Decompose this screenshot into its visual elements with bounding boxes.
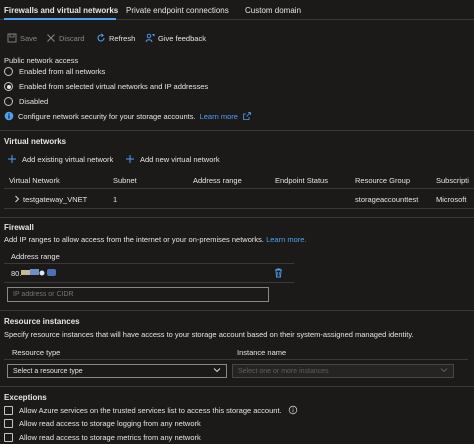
radio-circle[interactable] — [4, 67, 13, 76]
save-button[interactable]: Save — [7, 33, 37, 43]
checkbox[interactable] — [4, 433, 13, 442]
learn-more-link[interactable]: Learn more — [200, 112, 238, 121]
column-header-address-range: Address range — [193, 176, 242, 185]
ip-address-input[interactable] — [7, 287, 269, 302]
column-header-virtual-network: Virtual Network — [9, 176, 60, 185]
section-divider — [0, 310, 474, 311]
radio-enabled-selected-networks[interactable]: Enabled from selected virtual networks a… — [4, 82, 208, 91]
exception-trusted-services[interactable]: Allow Azure services on the trusted serv… — [4, 405, 298, 415]
table-row[interactable]: testgateway_VNET 1 storageaccounttest Mi… — [4, 190, 474, 208]
refresh-button[interactable]: Refresh — [96, 33, 135, 43]
info-circle-icon[interactable] — [288, 405, 298, 415]
table-row-divider — [4, 208, 474, 209]
address-range-header-divider — [4, 263, 294, 264]
exception-storage-metrics[interactable]: Allow read access to storage metrics fro… — [4, 433, 201, 442]
add-existing-label: Add existing virtual network — [22, 154, 114, 164]
instance-name-placeholder: Select one or more instances — [238, 367, 329, 375]
discard-label: Discard — [59, 33, 85, 43]
instance-name-dropdown[interactable]: Select one or more instances — [232, 364, 454, 378]
radio-disabled[interactable]: Disabled — [4, 97, 48, 106]
feedback-person-icon — [145, 33, 155, 43]
refresh-label: Refresh — [109, 33, 136, 43]
resource-type-dropdown[interactable]: Select a resource type — [7, 364, 227, 378]
resource-instances-title: Resource instances — [4, 317, 80, 326]
firewall-description-text: Add IP ranges to allow access from the i… — [4, 235, 264, 244]
firewall-title: Firewall — [4, 223, 34, 232]
column-header-subscription: Subscripti — [436, 176, 469, 185]
delete-trash-icon[interactable] — [274, 268, 283, 280]
address-range-column-header: Address range — [11, 252, 60, 261]
external-link-icon — [242, 111, 252, 121]
add-new-virtual-network-button[interactable]: Add new virtual network — [125, 154, 220, 164]
virtual-networks-title: Virtual networks — [4, 137, 67, 146]
plus-icon — [125, 154, 135, 164]
column-header-resource-group: Resource Group — [355, 176, 411, 185]
plus-icon — [7, 154, 17, 164]
tab-custom-domain[interactable]: Custom domain — [245, 6, 301, 15]
tab-bar: Firewalls and virtual networks Private e… — [0, 0, 474, 20]
refresh-icon — [96, 33, 106, 43]
chevron-right-icon[interactable] — [14, 195, 20, 205]
add-existing-virtual-network-button[interactable]: Add existing virtual network — [7, 154, 113, 164]
resource-instances-description: Specify resource instances that will hav… — [4, 330, 414, 339]
save-label: Save — [20, 33, 38, 43]
checkbox[interactable] — [4, 405, 13, 415]
give-feedback-label: Give feedback — [158, 33, 206, 43]
redacted-address-image — [21, 268, 58, 277]
chevron-down-icon — [440, 367, 448, 375]
column-header-subnet: Subnet — [113, 176, 137, 185]
radio-label: Enabled from selected virtual networks a… — [19, 82, 209, 91]
give-feedback-button[interactable]: Give feedback — [145, 33, 206, 43]
instance-name-column-header: Instance name — [237, 348, 287, 357]
checkbox-label: Allow read access to storage metrics fro… — [19, 433, 201, 442]
cell-virtual-network: testgateway_VNET — [23, 195, 88, 204]
cell-resource-group: storageaccounttest — [355, 195, 419, 204]
tab-firewalls-virtual-networks[interactable]: Firewalls and virtual networks — [4, 6, 118, 15]
public-network-access-label: Public network access — [4, 56, 79, 65]
resource-instances-header-divider — [4, 359, 468, 360]
info-icon — [4, 111, 14, 121]
column-header-endpoint-status: Endpoint Status — [275, 176, 328, 185]
add-new-label: Add new virtual network — [140, 154, 220, 164]
cell-subscription: Microsoft — [436, 195, 467, 204]
discard-button[interactable]: Discard — [46, 33, 84, 43]
radio-enabled-all-networks[interactable]: Enabled from all networks — [4, 67, 105, 76]
radio-circle[interactable] — [4, 97, 13, 106]
checkbox[interactable] — [4, 419, 13, 428]
checkbox-label: Allow read access to storage logging fro… — [19, 419, 201, 428]
table-header-divider — [4, 188, 474, 189]
cell-subnet: 1 — [113, 195, 118, 204]
radio-label: Disabled — [19, 97, 49, 106]
address-range-row-divider — [4, 282, 294, 283]
exceptions-title: Exceptions — [4, 393, 47, 402]
info-text: Configure network security for your stor… — [18, 111, 196, 121]
address-range-value: 80. — [11, 269, 22, 278]
tab-private-endpoint-connections[interactable]: Private endpoint connections — [126, 6, 229, 15]
active-tab-indicator — [4, 18, 116, 20]
exception-storage-logging[interactable]: Allow read access to storage logging fro… — [4, 419, 201, 428]
chevron-down-icon — [213, 367, 221, 375]
network-security-info: Configure network security for your stor… — [4, 111, 252, 121]
section-divider — [0, 217, 474, 218]
save-icon — [7, 33, 17, 43]
resource-type-placeholder: Select a resource type — [13, 367, 83, 375]
checkbox-label: Allow Azure services on the trusted serv… — [19, 405, 282, 415]
section-divider — [0, 130, 474, 131]
resource-type-column-header: Resource type — [12, 348, 61, 357]
section-divider — [0, 386, 474, 387]
radio-label: Enabled from all networks — [19, 67, 106, 76]
firewall-learn-more-link[interactable]: Learn more. — [266, 235, 306, 244]
firewall-description: Add IP ranges to allow access from the i… — [4, 235, 307, 244]
close-icon — [46, 33, 56, 43]
address-range-row[interactable]: 80. — [4, 266, 294, 281]
radio-circle-selected[interactable] — [4, 82, 13, 91]
